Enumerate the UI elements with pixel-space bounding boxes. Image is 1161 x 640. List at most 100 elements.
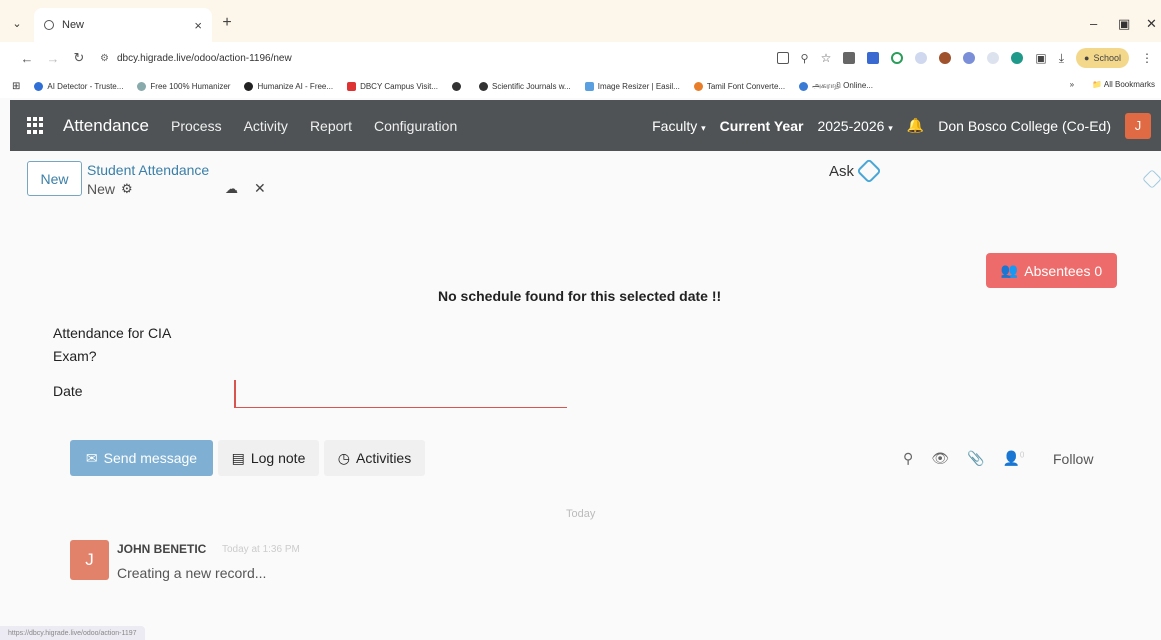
new-button[interactable]: New — [27, 161, 82, 196]
menu-process[interactable]: Process — [171, 118, 222, 134]
save-cloud-icon[interactable]: ☁ — [225, 181, 238, 197]
bookmarks-right: » 📁 All Bookmarks — [1070, 80, 1155, 89]
profile-label: School — [1093, 53, 1121, 63]
absentees-button[interactable]: 👥 Absentees 0 — [986, 253, 1117, 288]
bookmark-item[interactable] — [452, 81, 465, 91]
app-name[interactable]: Attendance — [63, 116, 149, 136]
more-bookmarks-button[interactable]: » — [1070, 80, 1074, 89]
address-bar-row: ← → ↻ ⚙ dbcy.higrade.live/odoo/action-11… — [0, 42, 1161, 74]
reload-icon[interactable]: ↻ — [66, 50, 92, 66]
all-bookmarks-button[interactable]: 📁 All Bookmarks — [1092, 80, 1155, 89]
message-author[interactable]: JOHN BENETIC — [117, 542, 206, 556]
url-text: dbcy.higrade.live/odoo/action-1196/new — [116, 52, 292, 64]
bookmark-item[interactable]: Free 100% Humanizer — [137, 81, 230, 91]
year-dropdown[interactable]: 2025-2026 ▾ — [817, 118, 892, 134]
extension-shield-icon[interactable] — [915, 52, 928, 64]
message-body: Creating a new record... — [117, 565, 267, 581]
browser-menu-icon[interactable]: ⋮ — [1141, 51, 1153, 65]
ask-logo-icon — [856, 158, 882, 184]
ask-ai-button[interactable]: Ask — [829, 158, 882, 184]
new-tab-icon[interactable]: + — [212, 8, 242, 38]
bookmark-favicon-icon — [584, 81, 594, 91]
address-bar[interactable]: ⚙ dbcy.higrade.live/odoo/action-1196/new — [100, 53, 292, 64]
browser-tab-strip: ⌄ New × + – ▣ ✕ — [0, 0, 1161, 42]
current-year-label: Current Year — [719, 117, 804, 134]
window-close-icon[interactable]: ✕ — [1146, 16, 1157, 32]
bookmark-favicon-icon — [799, 81, 809, 91]
tab-close-icon[interactable]: × — [194, 18, 202, 33]
toolbar-icons: ⚲ ☆ ▣ ⤓ ● School ⋮ — [776, 48, 1153, 68]
profile-button[interactable]: ● School — [1076, 48, 1129, 68]
no-schedule-message: No schedule found for this selected date… — [438, 288, 722, 304]
message-avatar[interactable]: J — [70, 540, 109, 580]
follow-button[interactable]: Follow — [1053, 451, 1093, 467]
date-separator: Today — [566, 508, 596, 520]
tab-title: New — [62, 19, 85, 31]
download-icon[interactable]: ⤓ — [1059, 51, 1064, 66]
send-message-button[interactable]: ✉ Send message — [70, 440, 213, 476]
log-note-button[interactable]: ▤ Log note — [218, 440, 319, 476]
apps-grid-icon[interactable]: ⊞ — [12, 81, 20, 92]
breadcrumb-parent[interactable]: Student Attendance — [87, 162, 209, 178]
browser-tab[interactable]: New × — [34, 8, 212, 42]
minimize-icon[interactable]: – — [1090, 16, 1097, 31]
forward-icon[interactable]: → — [40, 51, 66, 66]
date-input[interactable] — [234, 380, 567, 408]
menu-activity[interactable]: Activity — [244, 118, 288, 134]
menu-configuration[interactable]: Configuration — [374, 118, 457, 134]
app-menu-grid-icon[interactable] — [27, 116, 45, 135]
bookmark-favicon-icon — [347, 81, 357, 91]
tab-search-chevron-icon[interactable]: ⌄ — [0, 6, 34, 40]
faculty-dropdown[interactable]: Faculty ▾ — [652, 118, 706, 134]
extension-gray-icon[interactable] — [987, 52, 1000, 64]
bookmark-favicon-icon — [34, 81, 44, 91]
extension-green-icon[interactable] — [1011, 52, 1024, 64]
bookmark-item[interactable]: DBCY Campus Visit... — [347, 81, 438, 91]
breadcrumb-current: New ⚙ — [87, 181, 133, 197]
odoo-navbar: Attendance Process Activity Report Confi… — [10, 100, 1161, 151]
company-name[interactable]: Don Bosco College (Co-Ed) — [938, 118, 1111, 134]
status-bar-url: https://dbcy.higrade.live/odoo/action-11… — [0, 626, 145, 640]
bookmarks-bar: ⊞ AI Detector - Truste... Free 100% Huma… — [0, 74, 1161, 98]
extensions-puzzle-icon[interactable]: ▣ — [1035, 51, 1046, 65]
side-panel-icon[interactable] — [1142, 169, 1161, 189]
bookmark-item[interactable]: Humanize AI - Free... — [244, 81, 333, 91]
bookmark-favicon-icon — [137, 81, 147, 91]
search-icon[interactable]: ⚲ — [903, 450, 913, 467]
extension-grammarly-icon[interactable] — [891, 52, 904, 64]
discard-close-icon[interactable]: ✕ — [254, 180, 266, 197]
menu-report[interactable]: Report — [310, 118, 352, 134]
cia-exam-label: Attendance for CIA Exam? — [53, 325, 171, 364]
envelope-icon: ✉ — [85, 449, 98, 466]
user-avatar[interactable]: J — [1125, 112, 1151, 139]
extension-check-icon[interactable] — [867, 52, 880, 64]
bookmark-favicon-icon — [479, 81, 489, 91]
bookmark-star-icon[interactable]: ☆ — [821, 51, 832, 65]
followers-icon[interactable]: 👤0 — [1002, 450, 1024, 467]
bell-icon[interactable]: 🔔 — [907, 117, 924, 134]
restore-icon[interactable]: ▣ — [1118, 16, 1130, 32]
extension-cookie-icon[interactable] — [939, 52, 952, 64]
globe-icon — [44, 20, 54, 30]
paperclip-icon[interactable]: 📎 — [967, 450, 984, 467]
bookmark-item[interactable]: அகராதி Online... — [799, 81, 873, 91]
bookmark-item[interactable]: Scientific Journals w... — [479, 81, 571, 91]
activities-button[interactable]: ◷ Activities — [324, 440, 425, 476]
site-info-icon[interactable]: ⚙ — [100, 53, 109, 64]
bookmark-item[interactable]: Image Resizer | Easil... — [584, 81, 680, 91]
back-icon[interactable]: ← — [14, 51, 40, 66]
caret-down-icon: ▾ — [888, 122, 893, 133]
chatter-tools: ⚲ 👁 📎 👤0 — [903, 450, 1024, 467]
install-app-icon[interactable] — [776, 52, 789, 64]
bookmark-favicon-icon — [693, 81, 703, 91]
bookmark-item[interactable]: AI Detector - Truste... — [34, 81, 123, 91]
navbar-right: Faculty ▾ Current Year 2025-2026 ▾ 🔔 Don… — [652, 100, 1151, 151]
extension-circle-icon[interactable] — [963, 52, 976, 64]
extension-reader-icon[interactable] — [843, 52, 856, 64]
message-time: Today at 1:36 PM — [222, 544, 300, 555]
bookmark-item[interactable]: Tamil Font Converte... — [693, 81, 785, 91]
zoom-icon[interactable]: ⚲ — [801, 52, 809, 65]
eye-icon[interactable]: 👁 — [931, 450, 949, 467]
gear-icon[interactable]: ⚙ — [121, 181, 133, 197]
bookmark-favicon-icon — [244, 81, 254, 91]
